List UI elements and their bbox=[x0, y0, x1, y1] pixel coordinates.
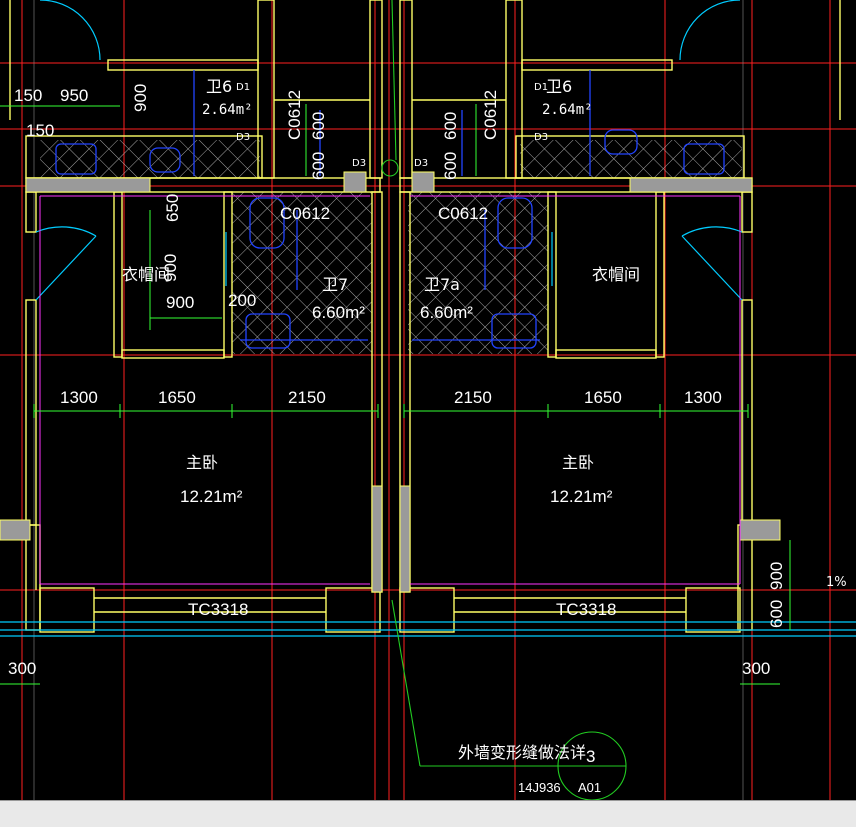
dim-text: 900 bbox=[767, 562, 786, 590]
callout-text: 外墙变形缝做法详 bbox=[458, 743, 586, 762]
right-master-bedroom-name: 主卧 bbox=[562, 453, 594, 472]
dim-text: 300 bbox=[8, 659, 36, 678]
right-small-bath-name: 卫6 bbox=[546, 77, 572, 96]
dim-text: 2150 bbox=[454, 388, 492, 407]
door-tag-d3: D3 bbox=[414, 158, 428, 169]
right-bedroom-window-tag: TC3318 bbox=[556, 600, 616, 619]
callout-detail-number: 3 bbox=[586, 747, 595, 766]
dim-text: 950 bbox=[60, 86, 88, 105]
status-bar bbox=[0, 800, 856, 827]
right-closet-name: 衣帽间 bbox=[592, 265, 640, 284]
door-tag-d1: D1 bbox=[236, 82, 250, 93]
left-small-bath-area: 2.64m² bbox=[202, 102, 253, 118]
right-bath-window-tag: C0612 bbox=[438, 204, 488, 223]
left-bath-area: 6.60m² bbox=[312, 303, 365, 322]
dim-text: 900 bbox=[131, 84, 150, 112]
left-bedroom-window-tag: TC3318 bbox=[188, 600, 248, 619]
door-tag-d3: D3 bbox=[534, 132, 548, 143]
slope-label: 1% bbox=[826, 575, 847, 590]
left-bath-window-tag: C0612 bbox=[280, 204, 330, 223]
callout-sheet: A01 bbox=[578, 780, 601, 795]
left-bath-name: 卫7 bbox=[322, 275, 348, 294]
right-bath-name: 卫7a bbox=[424, 275, 460, 294]
door-tag-d3: D3 bbox=[236, 132, 250, 143]
dim-text: 1650 bbox=[158, 388, 196, 407]
dim-text: 1650 bbox=[584, 388, 622, 407]
dim-text: 150 bbox=[14, 86, 42, 105]
callout-atlas: 14J936 bbox=[518, 780, 561, 795]
left-master-bedroom-name: 主卧 bbox=[186, 453, 218, 472]
dim-text: 600 bbox=[309, 112, 328, 140]
dim-text: 600 bbox=[309, 152, 328, 180]
dim-text: 600 bbox=[441, 112, 460, 140]
right-shaft-window-tag: C0612 bbox=[481, 90, 500, 140]
right-bath-area: 6.60m² bbox=[420, 303, 473, 322]
dim-text: 650 bbox=[163, 194, 182, 222]
left-shaft-window-tag: C0612 bbox=[285, 90, 304, 140]
right-master-bedroom-area: 12.21m² bbox=[550, 487, 613, 506]
left-master-bedroom-area: 12.21m² bbox=[180, 487, 243, 506]
dim-text: 1300 bbox=[60, 388, 98, 407]
dim-text: 200 bbox=[228, 291, 256, 310]
dim-text: 2150 bbox=[288, 388, 326, 407]
dim-text: 300 bbox=[742, 659, 770, 678]
dim-text: 600 bbox=[767, 600, 786, 628]
cad-drawing-canvas[interactable]: 主卧 12.21m² 主卧 12.21m² 衣帽间 衣帽间 卫7 6.60m² … bbox=[0, 0, 856, 800]
dim-text: 900 bbox=[161, 254, 180, 282]
door-tag-d1: D1 bbox=[534, 82, 548, 93]
left-small-bath-name: 卫6 bbox=[206, 77, 232, 96]
dim-text: 150 bbox=[26, 121, 54, 140]
right-small-bath-area: 2.64m² bbox=[542, 102, 593, 118]
dim-text: 1300 bbox=[684, 388, 722, 407]
door-tag-d3: D3 bbox=[352, 158, 366, 169]
dim-text: 600 bbox=[441, 152, 460, 180]
dim-text: 900 bbox=[166, 293, 194, 312]
